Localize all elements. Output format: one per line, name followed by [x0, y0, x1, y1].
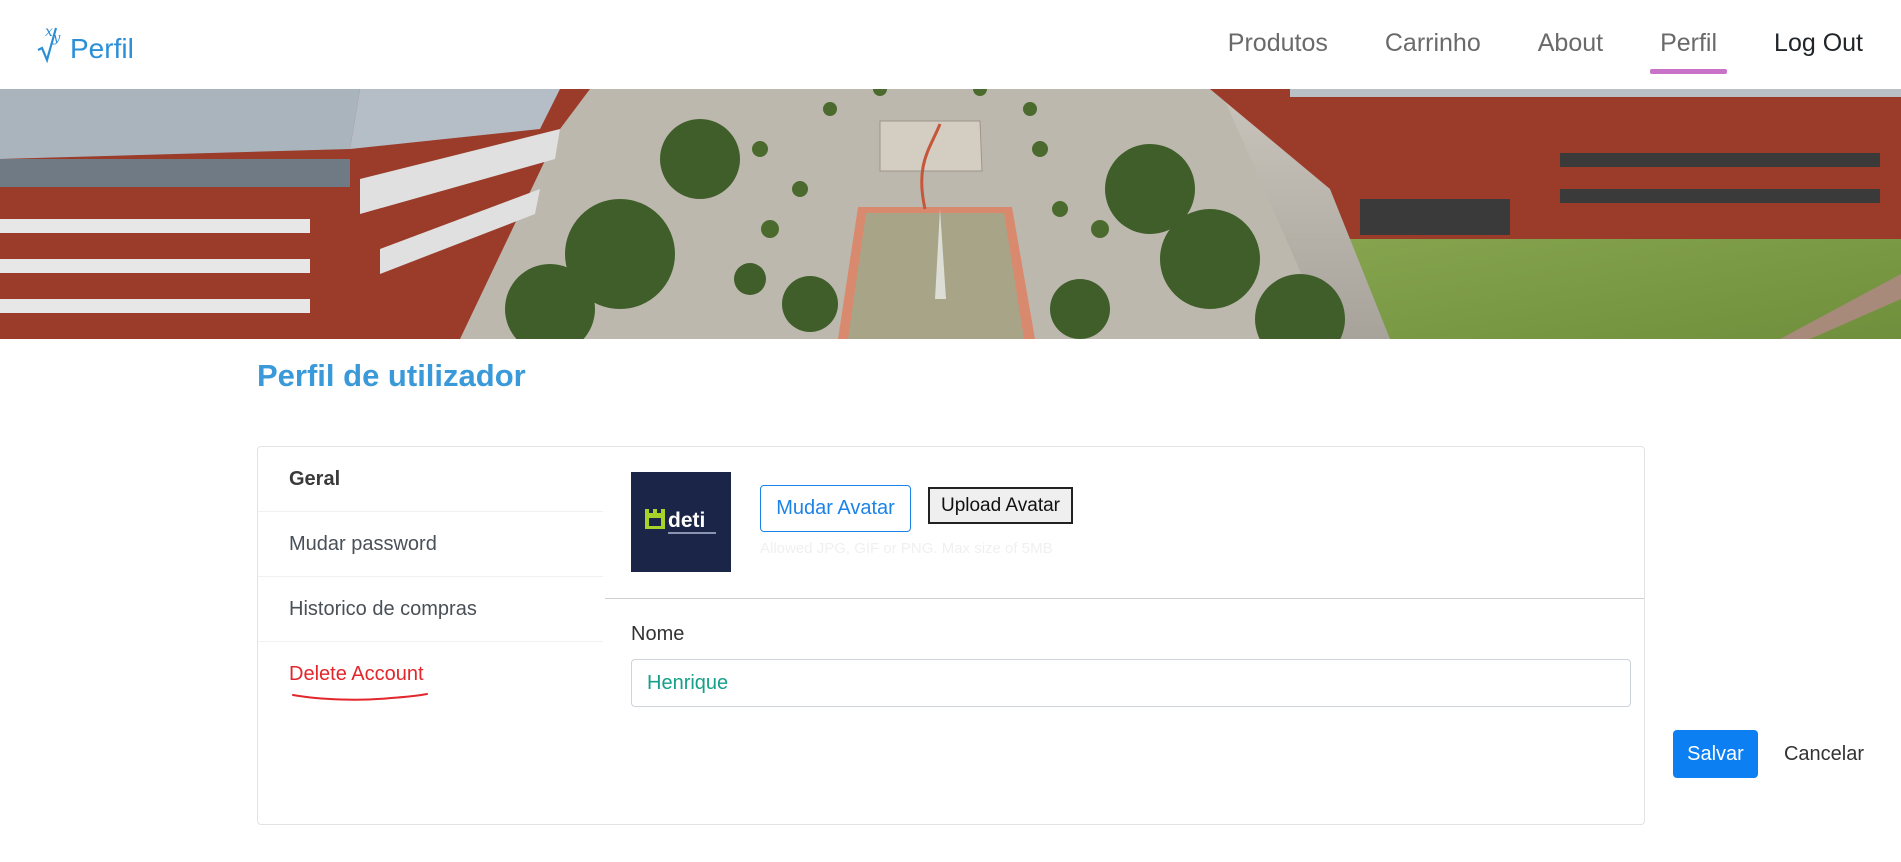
name-input[interactable]: Henrique — [631, 659, 1631, 707]
xy-sqrt-logo-icon: x y — [36, 22, 68, 66]
cancel-button[interactable]: Cancelar — [1775, 730, 1873, 778]
nav-link-about[interactable]: About — [1538, 0, 1603, 89]
brand-text: Perfil — [70, 33, 134, 64]
page-title: Perfil de utilizador — [257, 358, 526, 393]
profile-card: Geral Mudar password Historico de compra… — [257, 446, 1864, 825]
upload-avatar-button[interactable]: Upload Avatar — [928, 487, 1073, 524]
profile-content: deti Mudar Avatar Upload Avatar Allowed … — [605, 447, 1864, 824]
profile-sidebar: Geral Mudar password Historico de compra… — [258, 447, 603, 707]
nav-link-produtos[interactable]: Produtos — [1228, 0, 1328, 89]
nav-link-carrinho[interactable]: Carrinho — [1385, 0, 1481, 89]
sidebar-item-label: Delete Account — [289, 663, 424, 685]
sidebar-item-historico-compras[interactable]: Historico de compras — [258, 577, 603, 642]
red-underline-annotation — [292, 693, 428, 701]
name-label: Nome — [631, 623, 685, 645]
hero-banner-image — [0, 89, 1901, 339]
sidebar-item-mudar-password[interactable]: Mudar password — [258, 512, 603, 577]
avatar-section: deti Mudar Avatar Upload Avatar Allowed … — [605, 447, 1644, 599]
brand[interactable]: x y Perfil — [36, 22, 134, 66]
nav-link-logout[interactable]: Log Out — [1774, 0, 1863, 89]
nav-link-perfil[interactable]: Perfil — [1650, 0, 1728, 89]
svg-text:deti: deti — [668, 509, 705, 532]
profile-form: Nome Henrique — [631, 623, 1631, 707]
sidebar-item-delete-account[interactable]: Delete Account — [258, 642, 603, 707]
deti-logo-icon: deti — [645, 509, 716, 534]
avatar-hint: Allowed JPG, GIF or PNG. Max size of 5MB — [760, 540, 1053, 557]
save-button[interactable]: Salvar — [1673, 730, 1758, 778]
navbar: x y Perfil Produtos Carrinho About Perfi… — [0, 0, 1901, 89]
sidebar-item-geral[interactable]: Geral — [258, 447, 603, 512]
change-avatar-button[interactable]: Mudar Avatar — [760, 485, 911, 532]
avatar: deti — [631, 472, 731, 572]
nav-links: Produtos Carrinho About Perfil Log Out — [1171, 0, 1863, 89]
svg-text:x: x — [45, 24, 53, 40]
